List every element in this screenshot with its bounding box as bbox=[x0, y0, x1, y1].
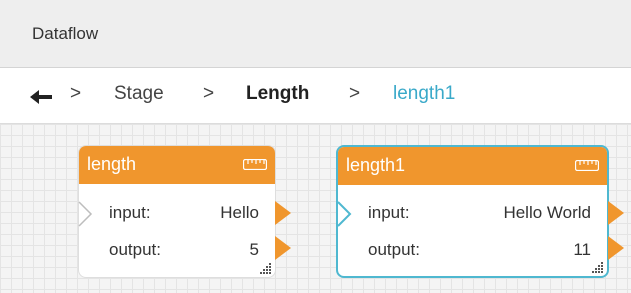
node-length1[interactable]: length1 input: Hello World output: 11 bbox=[336, 145, 624, 278]
ruler-icon bbox=[575, 160, 599, 171]
output-label: output: bbox=[368, 240, 420, 259]
dataflow-canvas[interactable]: length input: Hello output: 5 length1 in… bbox=[0, 124, 631, 293]
breadcrumb-item-length[interactable]: Length bbox=[246, 83, 309, 105]
output-port-icon[interactable] bbox=[608, 236, 624, 260]
output-value: 11 bbox=[573, 240, 591, 259]
output-row: output: 11 bbox=[338, 234, 624, 266]
output-port-icon[interactable] bbox=[275, 236, 291, 260]
node-title: length bbox=[87, 154, 137, 174]
input-label: input: bbox=[368, 203, 410, 222]
input-row: input: Hello World bbox=[337, 197, 624, 229]
title-bar: Dataflow bbox=[0, 0, 631, 68]
output-port-icon[interactable] bbox=[608, 201, 624, 225]
input-value: Hello bbox=[220, 203, 259, 222]
output-row: output: 5 bbox=[79, 234, 291, 266]
input-value: Hello World bbox=[503, 203, 591, 222]
node-length[interactable]: length input: Hello output: 5 bbox=[78, 145, 291, 278]
input-row: input: Hello bbox=[78, 197, 291, 229]
node-title: length1 bbox=[346, 155, 406, 175]
input-label: input: bbox=[109, 203, 151, 222]
breadcrumb: > Stage > Length > length1 bbox=[0, 68, 631, 124]
app-title: Dataflow bbox=[32, 24, 99, 43]
node-header[interactable]: length bbox=[79, 146, 275, 184]
node-header[interactable]: length1 bbox=[338, 147, 607, 185]
breadcrumb-separator: > bbox=[349, 83, 361, 104]
output-value: 5 bbox=[249, 240, 259, 259]
breadcrumb-item-stage[interactable]: Stage bbox=[114, 83, 164, 105]
resize-handle-icon[interactable] bbox=[260, 262, 272, 274]
ruler-icon bbox=[243, 159, 267, 170]
breadcrumb-separator: > bbox=[70, 83, 82, 104]
arrow-left-icon[interactable] bbox=[30, 90, 64, 104]
output-label: output: bbox=[109, 240, 161, 259]
breadcrumb-item-length1: length1 bbox=[393, 83, 456, 104]
resize-handle-icon[interactable] bbox=[592, 261, 604, 273]
input-port-icon[interactable] bbox=[78, 201, 94, 227]
input-port-icon[interactable] bbox=[337, 201, 353, 227]
output-port-icon[interactable] bbox=[275, 201, 291, 225]
breadcrumb-separator: > bbox=[203, 83, 215, 104]
